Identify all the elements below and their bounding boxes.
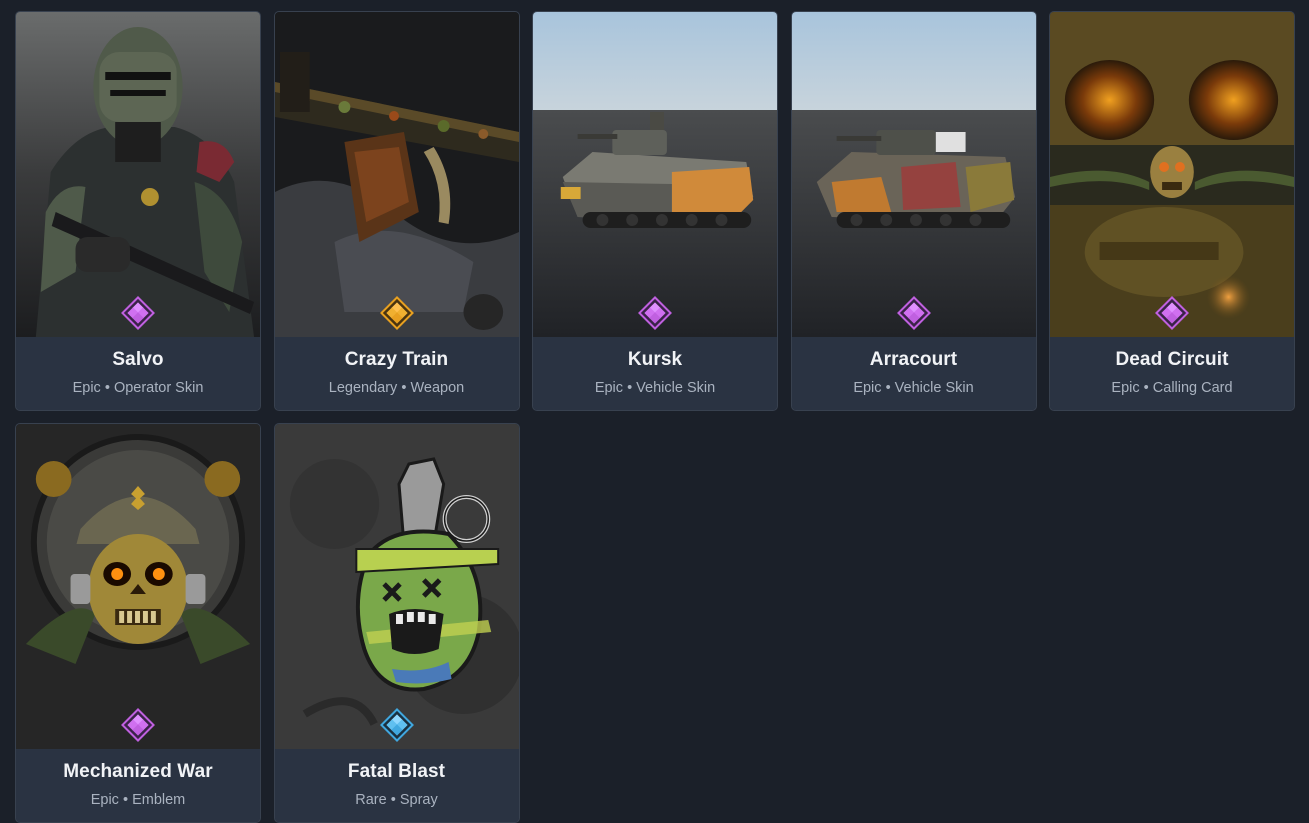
item-card-fatal-blast[interactable]: Fatal Blast Rare • Spray (273, 423, 520, 823)
item-rarity: Epic (90, 792, 119, 808)
epic-rarity-icon (121, 708, 155, 742)
item-category: Vehicle Skin (894, 380, 974, 396)
item-info: Fatal Blast Rare • Spray (274, 749, 519, 822)
item-rarity: Rare (355, 792, 387, 808)
item-meta: Epic • Vehicle Skin (533, 380, 777, 396)
item-info: Salvo Epic • Operator Skin (16, 337, 260, 410)
separator-dot: • (104, 380, 110, 396)
item-card-dead-circuit[interactable]: Dead Circuit Epic • Calling Card (1049, 11, 1295, 411)
item-name: Arracourt (869, 349, 958, 370)
item-meta: Epic • Emblem (16, 792, 260, 808)
operator-skin-image (16, 12, 260, 337)
item-name: Kursk (627, 349, 683, 370)
item-rarity: Epic (853, 380, 882, 396)
item-card-mechanized-war[interactable]: Mechanized War Epic • Emblem (15, 423, 261, 823)
item-rarity: Epic (1111, 380, 1140, 396)
epic-rarity-icon (896, 296, 931, 330)
weapon-image (274, 12, 519, 337)
item-info: Kursk Epic • Vehicle Skin (533, 337, 777, 410)
item-card-salvo[interactable]: Salvo Epic • Operator Skin (15, 11, 261, 411)
separator-dot: • (627, 380, 633, 396)
item-meta: Epic • Calling Card (1050, 380, 1294, 396)
item-info: Dead Circuit Epic • Calling Card (1050, 337, 1294, 410)
item-info: Arracourt Epic • Vehicle Skin (791, 337, 1036, 410)
epic-rarity-icon (121, 296, 155, 330)
item-name: Mechanized War (63, 761, 213, 782)
epic-rarity-icon (638, 296, 672, 330)
vehicle-skin-image (791, 12, 1036, 337)
item-name: Salvo (112, 349, 164, 370)
item-info: Mechanized War Epic • Emblem (16, 749, 260, 822)
calling-card-image (1050, 12, 1294, 337)
item-name: Crazy Train (344, 349, 449, 370)
item-meta: Epic • Vehicle Skin (792, 380, 1036, 396)
item-rarity: Legendary (328, 380, 398, 396)
item-card-kursk[interactable]: Kursk Epic • Vehicle Skin (532, 11, 778, 411)
item-card-arracourt[interactable]: Arracourt Epic • Vehicle Skin (790, 11, 1037, 411)
separator-dot: • (390, 792, 396, 808)
item-category: Operator Skin (113, 380, 204, 396)
item-meta: Epic • Operator Skin (16, 380, 260, 396)
legendary-rarity-icon (379, 296, 414, 330)
item-category: Emblem (132, 792, 186, 808)
item-name: Fatal Blast (347, 761, 446, 782)
vehicle-skin-image (533, 12, 777, 337)
item-card-crazy-train[interactable]: Crazy Train Legendary • Weapon (273, 11, 520, 411)
item-category: Vehicle Skin (636, 380, 716, 396)
item-category: Weapon (410, 380, 465, 396)
item-category: Calling Card (1152, 380, 1233, 396)
item-category: Spray (399, 792, 438, 808)
item-grid: Salvo Epic • Operator Skin Crazy Train L… (15, 11, 1295, 823)
item-info: Crazy Train Legendary • Weapon (274, 337, 519, 410)
item-meta: Legendary • Weapon (275, 380, 519, 396)
epic-rarity-icon (1155, 296, 1189, 330)
item-rarity: Epic (72, 380, 101, 396)
item-meta: Rare • Spray (275, 792, 519, 808)
spray-image (274, 424, 519, 749)
item-rarity: Epic (594, 380, 624, 396)
separator-dot: • (401, 380, 407, 396)
rare-rarity-icon (379, 708, 414, 742)
item-name: Dead Circuit (1115, 349, 1229, 370)
emblem-image (16, 424, 260, 749)
separator-dot: • (122, 792, 129, 808)
separator-dot: • (885, 380, 891, 396)
separator-dot: • (1143, 380, 1149, 396)
